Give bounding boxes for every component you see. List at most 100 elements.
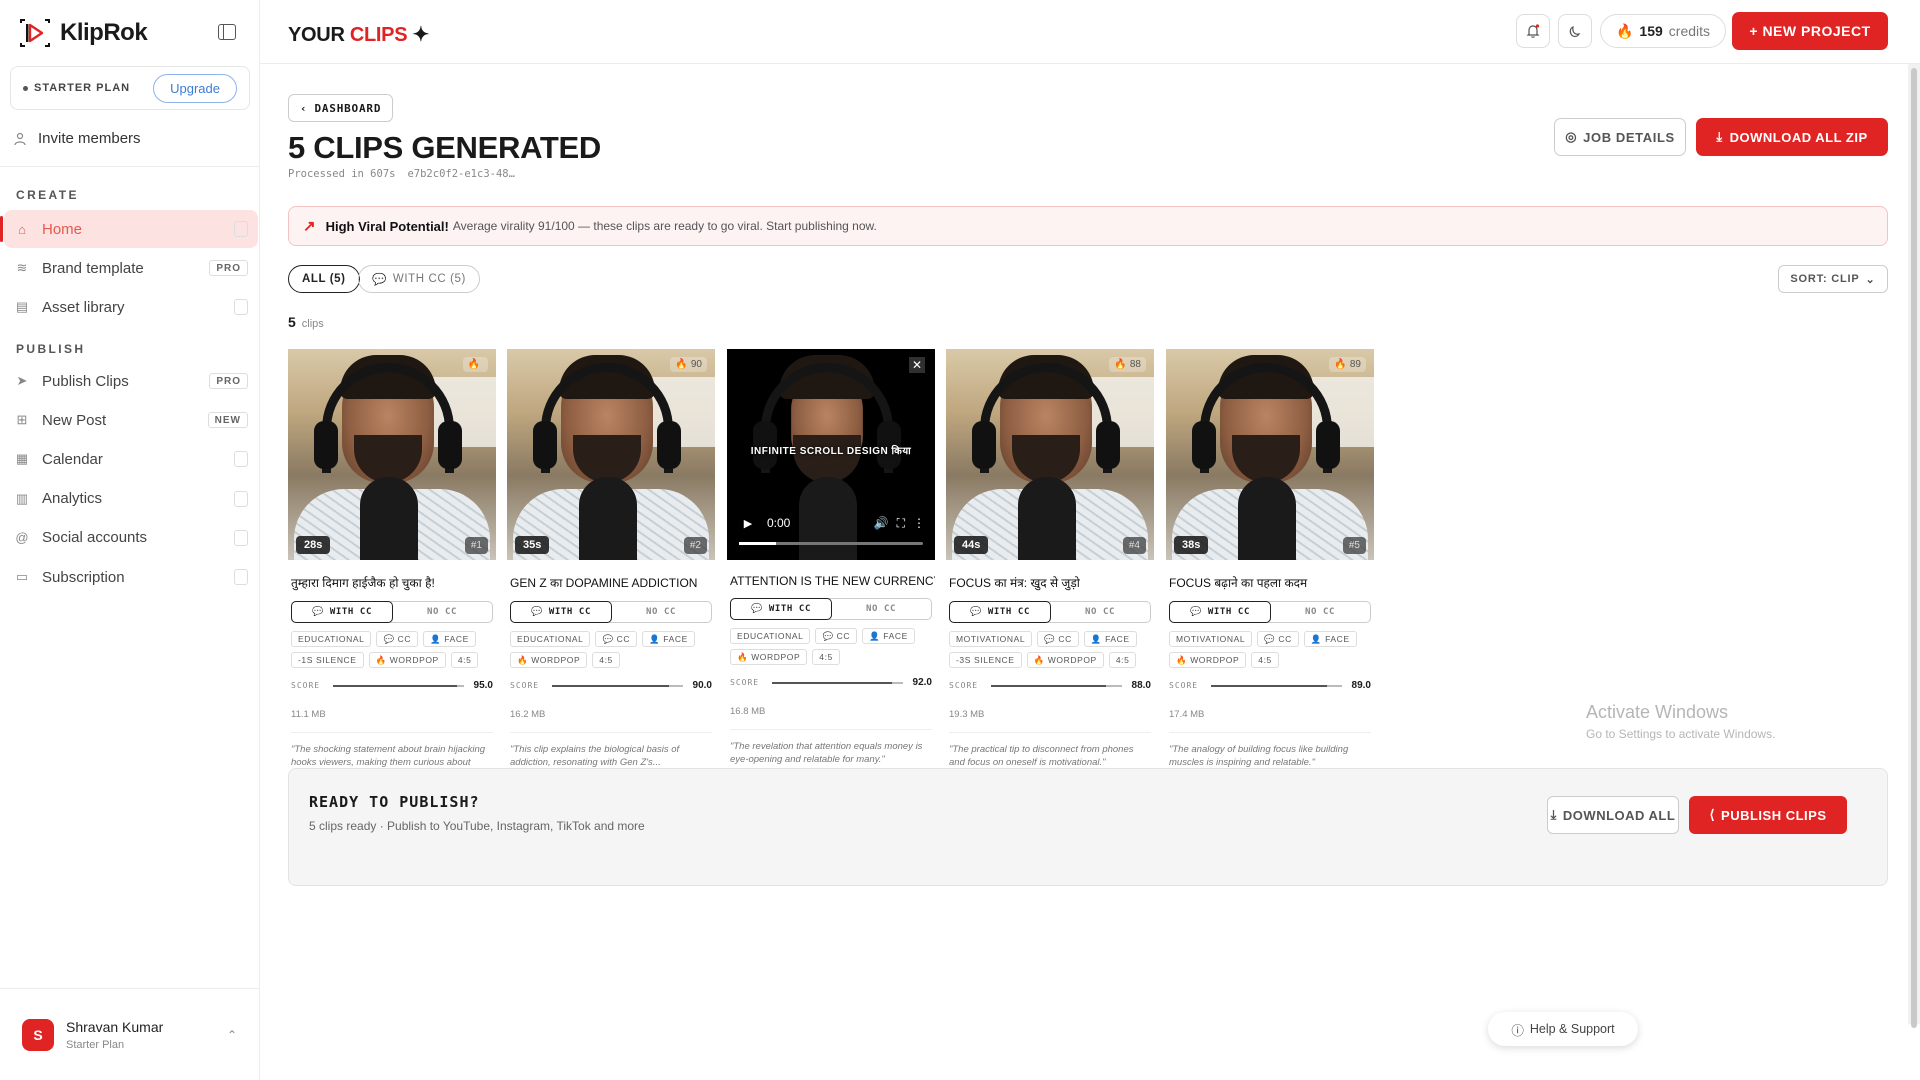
clip-card: 28s #1 🔥 तुम्हारा दिमाग हाईजैक हो चुका है! 💬…	[288, 349, 496, 819]
no-cc-option[interactable]: NO CC	[1050, 602, 1150, 622]
sidebar-item-publish-clips[interactable]: ➤ Publish Clips PRO	[4, 362, 258, 400]
notifications-button[interactable]	[1516, 14, 1550, 48]
microphone	[1238, 477, 1296, 560]
chat-icon: 💬	[1264, 633, 1276, 644]
fullscreen-icon[interactable]: ⛶	[897, 516, 905, 531]
credits-badge[interactable]: 🔥 159 credits	[1600, 14, 1726, 48]
duration-badge: 35s	[515, 536, 550, 554]
score-value: 92.0	[912, 677, 932, 688]
video-progress-bar[interactable]	[739, 542, 923, 545]
clip-tag-label: EDUCATIONAL	[298, 634, 365, 644]
job-details-button[interactable]: ◎ JOB DETAILS	[1554, 118, 1686, 156]
with-cc-option[interactable]: 💬 WITH CC	[510, 601, 612, 623]
archive-icon: ▤	[15, 299, 29, 315]
clip-tag: -3S SILENCE	[949, 652, 1022, 668]
clip-tag: 4:5	[1251, 652, 1279, 668]
back-to-dashboard-button[interactable]: ‹ DASHBOARD	[288, 94, 394, 122]
sidebar-collapse-icon[interactable]	[218, 24, 236, 40]
clip-tag-label: 4:5	[819, 652, 833, 662]
with-cc-option[interactable]: 💬 WITH CC	[949, 601, 1051, 623]
page-scrollbar[interactable]	[1908, 64, 1920, 1028]
sidebar-item-asset-library[interactable]: ▤ Asset library	[4, 288, 258, 326]
clip-tag-label: -3S SILENCE	[956, 655, 1015, 665]
help-support-button[interactable]: ⓘ Help & Support	[1488, 1012, 1638, 1046]
sidebar-item-home[interactable]: ⌂ Home	[0, 210, 258, 248]
download-all-zip-button[interactable]: ⤓ DOWNLOAD ALL ZIP	[1696, 118, 1888, 156]
sidebar-item-tag	[234, 529, 248, 546]
duration-badge: 38s	[1174, 536, 1209, 554]
user-menu[interactable]: S Shravan Kumar Starter Plan ⌃	[0, 988, 259, 1080]
clip-card: 35s #2 🔥 90 GEN Z का DOPAMINE ADDICTION 💬 WIT…	[507, 349, 715, 819]
publish-clips-label: PUBLISH CLIPS	[1721, 807, 1827, 823]
filter-all-tab[interactable]: ALL (5)	[288, 265, 360, 293]
with-cc-label: WITH CC	[329, 607, 372, 617]
flame-icon: 🔥	[375, 654, 387, 665]
clip-title: तुम्हारा दिमाग हाईजैक हो चुका है!	[291, 576, 435, 590]
app-logo[interactable]: KlipRok	[18, 18, 148, 48]
new-project-button[interactable]: + NEW PROJECT	[1732, 12, 1888, 50]
sidebar-item-brand-template[interactable]: ≋ Brand template PRO	[4, 249, 258, 287]
download-all-button[interactable]: ⤓ DOWNLOAD ALL	[1547, 796, 1679, 834]
clip-tag: 👤 FACE	[1083, 631, 1137, 647]
with-cc-option[interactable]: 💬 WITH CC	[730, 598, 832, 620]
sidebar-item-label: Analytics	[42, 490, 103, 508]
watermark-line1: Activate Windows	[1586, 702, 1729, 722]
publish-panel-subtitle: 5 clips ready · Publish to YouTube, Inst…	[309, 819, 645, 833]
score-bar	[333, 684, 464, 687]
no-cc-option[interactable]: NO CC	[611, 602, 711, 622]
with-cc-label: WITH CC	[768, 604, 811, 614]
close-icon[interactable]: ✕	[909, 357, 925, 373]
clip-tag-label: CC	[836, 631, 851, 641]
clip-tag: 👤 FACE	[1303, 631, 1357, 647]
filter-with-cc-tab[interactable]: 💬 WITH CC (5)	[358, 265, 480, 293]
clip-tag-label: WORDPOP	[531, 655, 581, 665]
sidebar-item-calendar[interactable]: ▦ Calendar	[4, 440, 258, 478]
sparkle-icon: ✦	[407, 24, 430, 46]
clip-thumbnail[interactable]: 35s #2 🔥 90	[507, 349, 715, 560]
sidebar-item-tag	[234, 451, 248, 468]
virality-badge: 🔥	[462, 357, 488, 372]
clip-reason: "This clip explains the biological basis…	[510, 744, 680, 768]
more-vertical-icon[interactable]: ⋮	[913, 516, 925, 530]
headphone-left	[314, 421, 338, 469]
home-icon: ⌂	[18, 221, 26, 237]
score-label: SCORE	[291, 681, 321, 690]
clip-tag: 💬 CC	[1037, 631, 1079, 647]
sidebar-item-subscription[interactable]: ▭ Subscription	[4, 558, 258, 596]
with-cc-option[interactable]: 💬 WITH CC	[1169, 601, 1271, 623]
trending-up-icon: ↗	[303, 218, 316, 235]
no-cc-option[interactable]: NO CC	[392, 602, 492, 622]
clip-thumbnail[interactable]: 38s #5 🔥 89	[1166, 349, 1374, 560]
clip-thumbnail[interactable]: 28s #1 🔥	[288, 349, 496, 560]
with-cc-option[interactable]: 💬 WITH CC	[291, 601, 393, 623]
upgrade-button[interactable]: Upgrade	[153, 73, 237, 103]
play-icon[interactable]: ▶	[737, 512, 759, 534]
score-label: SCORE	[1169, 681, 1199, 690]
sidebar-item-analytics[interactable]: ▥ Analytics	[4, 480, 258, 518]
sidebar-item-label: Asset library	[42, 298, 125, 316]
clip-thumbnail[interactable]: 44s #4 🔥 88	[946, 349, 1154, 560]
no-cc-option[interactable]: NO CC	[831, 599, 931, 619]
scrollbar-thumb[interactable]	[1911, 68, 1917, 1028]
volume-icon[interactable]: 🔊	[874, 516, 889, 530]
sort-dropdown[interactable]: SORT: CLIP ⌄	[1778, 265, 1888, 293]
score-bar	[772, 681, 903, 684]
flame-icon: 🔥	[675, 359, 688, 370]
video-player[interactable]: INFINITE SCROLL DESIGN किया ✕ ▶ 0:00 🔊 ⛶ ⋮	[727, 349, 935, 560]
clip-tag-label: EDUCATIONAL	[517, 634, 584, 644]
sidebar-item-social-accounts[interactable]: @ Social accounts	[4, 519, 258, 557]
no-cc-option[interactable]: NO CC	[1270, 602, 1370, 622]
chat-icon: 💬	[1190, 607, 1208, 617]
invite-members-link[interactable]: Invite members	[14, 130, 141, 147]
publish-clips-button[interactable]: ⟨ PUBLISH CLIPS	[1689, 796, 1847, 834]
credits-label: credits	[1668, 23, 1711, 39]
sidebar-item-new-post[interactable]: ⊞ New Post NEW	[4, 401, 258, 439]
sidebar-item-tag	[234, 299, 248, 316]
score-row: SCORE 92.0	[730, 677, 932, 688]
theme-toggle-button[interactable]	[1558, 14, 1592, 48]
send-icon: ➤	[16, 373, 28, 388]
headphone-left	[533, 421, 557, 469]
sidebar-item-label: New Post	[42, 411, 107, 429]
score-bar	[1211, 684, 1342, 687]
microphone	[579, 477, 637, 560]
